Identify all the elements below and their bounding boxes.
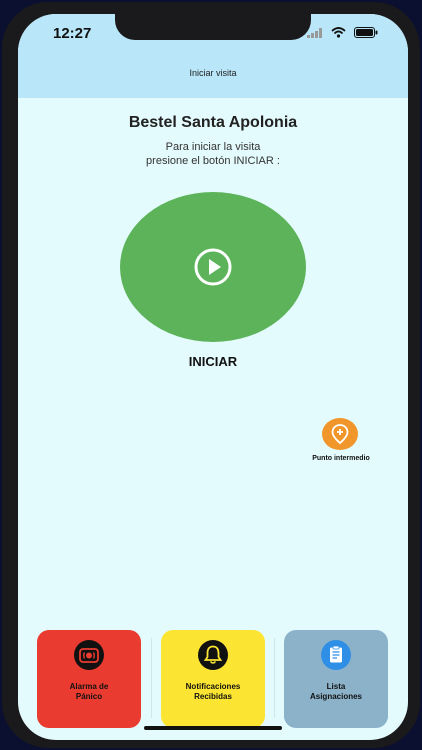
assignments-list-tile[interactable]: Lista Asignaciones [284,630,388,728]
alarm-icon [74,640,104,670]
instruction-line: Para iniciar la visita [165,141,261,153]
tile-label: Lista Asignaciones [288,682,384,702]
app-screen: 12:27 Iniciar visita Bestel Santa Apolon… [18,14,408,740]
instruction-line: presione el botón INICIAR : [146,155,280,167]
status-icons [307,27,378,38]
start-instructions: Para iniciar la visita presione el botón… [18,140,408,168]
device-notch [115,14,311,40]
tile-label-line: Alarma de [69,682,109,691]
signal-icon [307,27,322,38]
status-time: 12:27 [53,25,92,42]
map-pin-plus-icon [331,424,349,444]
place-name: Bestel Santa Apolonia [128,114,298,131]
panic-alarm-tile[interactable]: Alarma de Pánico [37,630,141,728]
notifications-tile[interactable]: Notificaciones Recibidas [161,630,265,728]
home-indicator[interactable] [144,726,282,730]
start-label: INICIAR [188,354,238,369]
nav-title: Iniciar visita [189,68,237,78]
bell-icon [198,640,228,670]
waypoint-button[interactable] [322,418,358,450]
waypoint-label: Punto intermedio [312,455,370,462]
tile-label-line: Asignaciones [309,692,362,701]
tile-label-line: Notificaciones [185,682,241,691]
tile-label: Notificaciones Recibidas [165,682,261,702]
clipboard-icon [321,640,351,670]
tile-label-line: Lista [326,682,346,691]
device-frame: 12:27 Iniciar visita Bestel Santa Apolon… [2,2,420,748]
top-bar: 12:27 Iniciar visita [18,14,408,98]
play-icon [194,248,232,286]
tile-label-line: Recibidas [194,692,232,701]
wifi-icon [331,27,346,38]
start-visit-button[interactable] [120,192,306,342]
tile-label: Alarma de Pánico [41,682,137,702]
tile-divider [151,638,152,718]
tile-label-line: Pánico [75,692,103,701]
battery-icon [354,27,378,38]
tile-divider [274,638,275,718]
